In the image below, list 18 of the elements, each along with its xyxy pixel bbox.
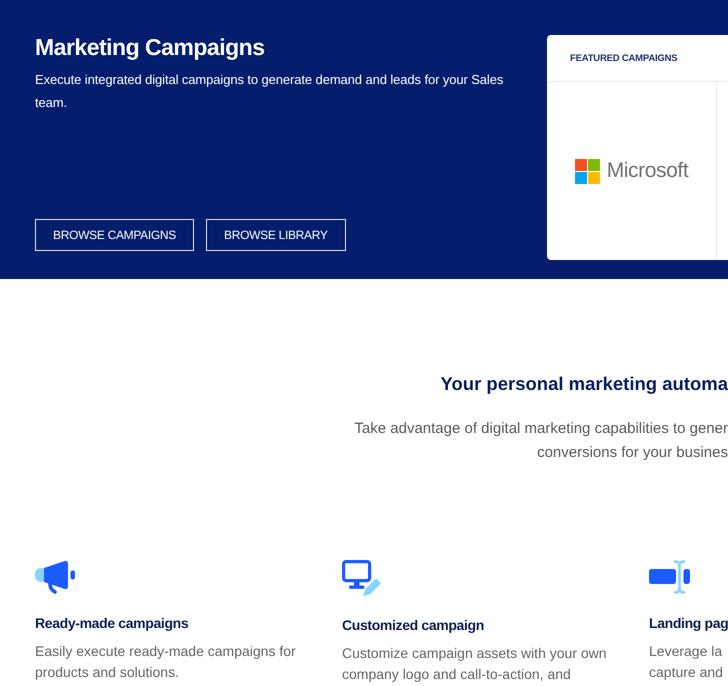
feature-title: Landing pag	[649, 614, 728, 632]
feature-title: Customized campaign	[342, 616, 484, 634]
four-squares-logo-icon	[574, 158, 600, 184]
feature-title: Ready-made campaigns	[35, 614, 188, 632]
hero-outline-button[interactable]: BROWSE LIBRARY	[206, 219, 346, 251]
hero-outline-button[interactable]: BROWSE CAMPAIGNS	[35, 219, 194, 251]
hero-description: Execute integrated digital campaigns to generate demand and leads for your Sales team.	[35, 71, 504, 112]
section-heading: Your personal marketing automa	[440, 373, 728, 395]
text-field-cursor-icon	[649, 560, 691, 594]
logo-wordmark: Microsoft	[606, 159, 688, 183]
card-heading: FEATURED CAMPAIGNS	[570, 52, 678, 64]
feature-description: Easily execute ready-made campaigns for products and solutions.	[35, 642, 296, 682]
feature-description: Leverage la capture and	[649, 642, 723, 682]
megaphone-icon	[35, 560, 77, 594]
page-title: Marketing Campaigns	[35, 35, 264, 59]
monitor-pencil-icon	[342, 560, 382, 596]
feature-description: Customize campaign assets with your own company logo and call-to-action, and	[342, 644, 607, 684]
section-subtitle: Take advantage of digital marketing capabilities to gener conversions for your busines	[354, 419, 728, 463]
